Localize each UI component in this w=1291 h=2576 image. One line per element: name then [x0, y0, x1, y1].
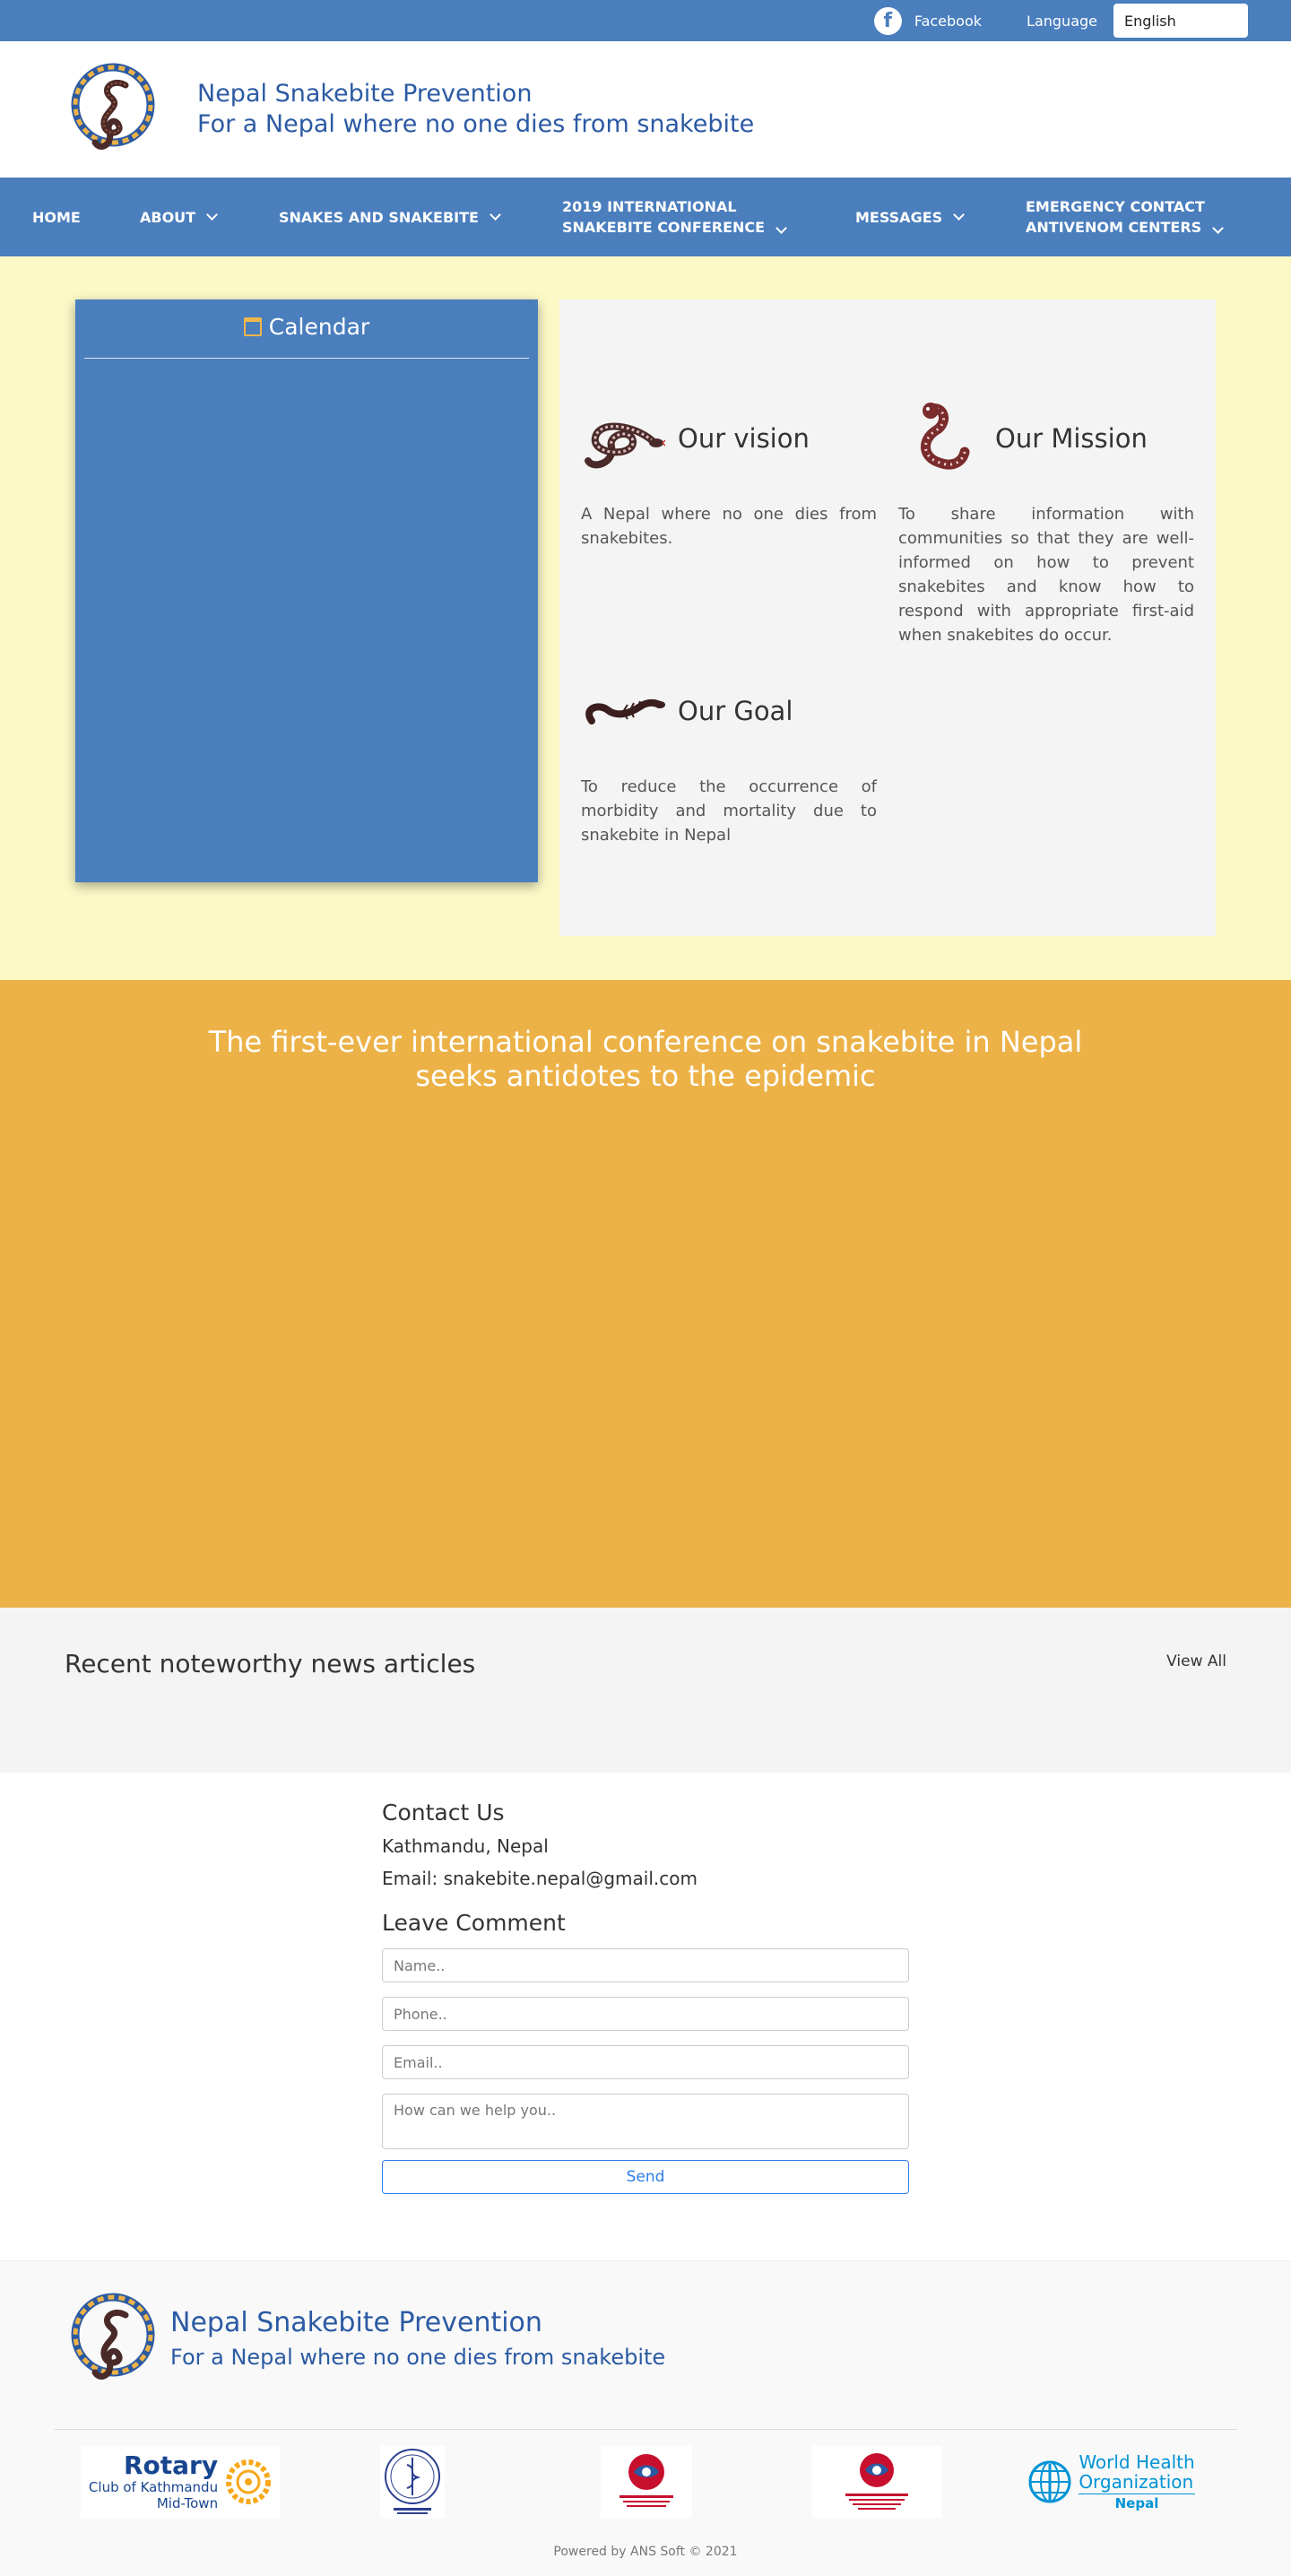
email-input[interactable]: Email..: [382, 2045, 909, 2079]
nav-item-label: HOME: [32, 208, 81, 226]
who-country: Nepal: [1114, 2494, 1159, 2511]
rotary-club-line-2: Mid-Town: [156, 2495, 219, 2511]
calendar-header: Calendar: [75, 299, 538, 340]
nav-item-label-2: ANTIVENOM CENTERS: [1026, 219, 1202, 236]
site-tagline: For a Nepal where no one dies from snake…: [197, 110, 755, 138]
nav-item-snakes[interactable]: SNAKES AND SNAKEBITE: [279, 178, 501, 256]
top-bar: f Facebook Language English: [0, 0, 1291, 41]
contact-title: Contact Us: [382, 1800, 505, 1826]
news-title: Recent noteworthy news articles: [65, 1649, 476, 1678]
mission-text: To share information with communities so…: [898, 505, 1194, 645]
nav-item-home[interactable]: HOME: [32, 178, 81, 256]
facebook-label: Facebook: [914, 12, 983, 30]
site-header: Nepal Snakebite Prevention For a Nepal w…: [0, 41, 1291, 178]
footer-divider: [54, 2429, 1237, 2430]
goal-block: Our Goal To reduce the occurrence of mor…: [581, 671, 877, 847]
iom-emblem-icon: [385, 2449, 440, 2514]
facebook-link[interactable]: f Facebook: [873, 6, 983, 35]
feature-section: The first-ever international conference …: [0, 980, 1291, 1608]
chevron-down-icon: [490, 209, 501, 221]
name-input[interactable]: Name..: [382, 1948, 909, 1982]
who-name-line-1: World Health: [1079, 2450, 1195, 2473]
contact-email: Email: snakebite.nepal@gmail.com: [382, 1868, 697, 1889]
mission-block: Our Mission To share information with co…: [898, 398, 1194, 647]
view-all-link[interactable]: View All: [1166, 1652, 1226, 1670]
snake-icon: [585, 698, 665, 724]
send-button[interactable]: Send: [382, 2160, 909, 2194]
vision-text: A Nepal where no one dies from snakebite…: [581, 505, 877, 548]
calendar-widget: Calendar: [75, 299, 538, 882]
vision-title: Our vision: [678, 423, 810, 454]
nav-item-label-2: SNAKEBITE CONFERENCE: [562, 219, 766, 236]
site-logo[interactable]: [70, 58, 156, 160]
mission-title: Our Mission: [995, 423, 1148, 454]
language-label: Language: [1027, 12, 1097, 30]
main-nav: HOME ABOUT SNAKES AND SNAKEBITE 2019 INT…: [0, 178, 1291, 256]
contact-address: Kathmandu, Nepal: [382, 1835, 549, 1857]
gov-nepal-logo-1[interactable]: [601, 2446, 692, 2518]
rotary-name: Rotary: [123, 2450, 219, 2480]
calendar-title: Calendar: [268, 314, 370, 340]
gov-nepal-logo-2[interactable]: [812, 2446, 941, 2518]
powered-by-text: Powered by ANS Soft © 2021: [553, 2545, 738, 2559]
intro-section: Calendar Our vision A Nepal where no one…: [0, 256, 1291, 980]
phone-input[interactable]: Phone..: [382, 1997, 909, 2031]
chevron-down-icon: [953, 209, 966, 221]
language-select[interactable]: English: [1113, 4, 1248, 38]
coiled-snake-icon: [585, 422, 665, 469]
vision-block: Our vision A Nepal where no one dies fro…: [581, 398, 877, 551]
cobra-icon: [921, 403, 970, 470]
calendar-icon: [243, 317, 262, 336]
nav-item-conference[interactable]: 2019 INTERNATIONAL SNAKEBITE CONFERENCE: [562, 178, 787, 256]
chevron-down-icon: [775, 222, 787, 234]
footer-logo: [71, 2293, 155, 2380]
who-globe-icon: [1028, 2460, 1071, 2503]
nav-item-label: SNAKES AND SNAKEBITE: [279, 208, 479, 226]
rotary-club-line: Club of Kathmandu: [88, 2479, 219, 2495]
rotary-logo[interactable]: Rotary Club of Kathmandu Mid-Town: [81, 2446, 280, 2518]
vision-mission-goal-panel: Our vision A Nepal where no one dies fro…: [559, 299, 1216, 936]
nav-item-label: 2019 INTERNATIONAL: [562, 198, 737, 215]
site-footer: Nepal Snakebite Prevention For a Nepal w…: [0, 2260, 1291, 2576]
nav-item-messages[interactable]: MESSAGES: [855, 178, 966, 256]
facebook-icon: f: [873, 6, 902, 35]
nav-item-label: ABOUT: [140, 208, 196, 226]
nav-item-about[interactable]: ABOUT: [140, 178, 218, 256]
nav-item-label: EMERGENCY CONTACT: [1026, 198, 1205, 215]
nav-item-emergency[interactable]: EMERGENCY CONTACT ANTIVENOM CENTERS: [1026, 178, 1225, 256]
who-name-line-2: Organization: [1079, 2470, 1195, 2494]
nav-item-label: MESSAGES: [855, 208, 943, 226]
leave-comment-title: Leave Comment: [382, 1910, 566, 1936]
site-title[interactable]: Nepal Snakebite Prevention: [197, 79, 754, 109]
chevron-down-icon: [1212, 222, 1225, 234]
message-textarea[interactable]: How can we help you..: [382, 2094, 909, 2149]
contact-section: Contact Us Kathmandu, Nepal Email: snake…: [0, 1773, 1291, 2260]
news-section: Recent noteworthy news articles View All: [0, 1608, 1291, 1773]
divider: [84, 358, 529, 359]
goal-text: To reduce the occurrence of morbidity an…: [581, 777, 877, 845]
nepal-emblem-icon: [620, 2454, 673, 2507]
footer-brand: Nepal Snakebite Prevention For a Nepal w…: [70, 2288, 665, 2390]
nepal-emblem-icon: [845, 2453, 908, 2510]
chevron-down-icon: [206, 209, 218, 221]
feature-headline[interactable]: The first-ever international conference …: [197, 980, 1094, 1093]
who-logo[interactable]: World Health Organization Nepal: [1026, 2446, 1196, 2518]
iom-logo[interactable]: [380, 2446, 445, 2518]
footer-tagline: For a Nepal where no one dies from snake…: [170, 2345, 666, 2370]
footer-title: Nepal Snakebite Prevention: [170, 2307, 542, 2338]
rotary-wheel-icon: [226, 2459, 272, 2504]
goal-title: Our Goal: [678, 696, 793, 726]
